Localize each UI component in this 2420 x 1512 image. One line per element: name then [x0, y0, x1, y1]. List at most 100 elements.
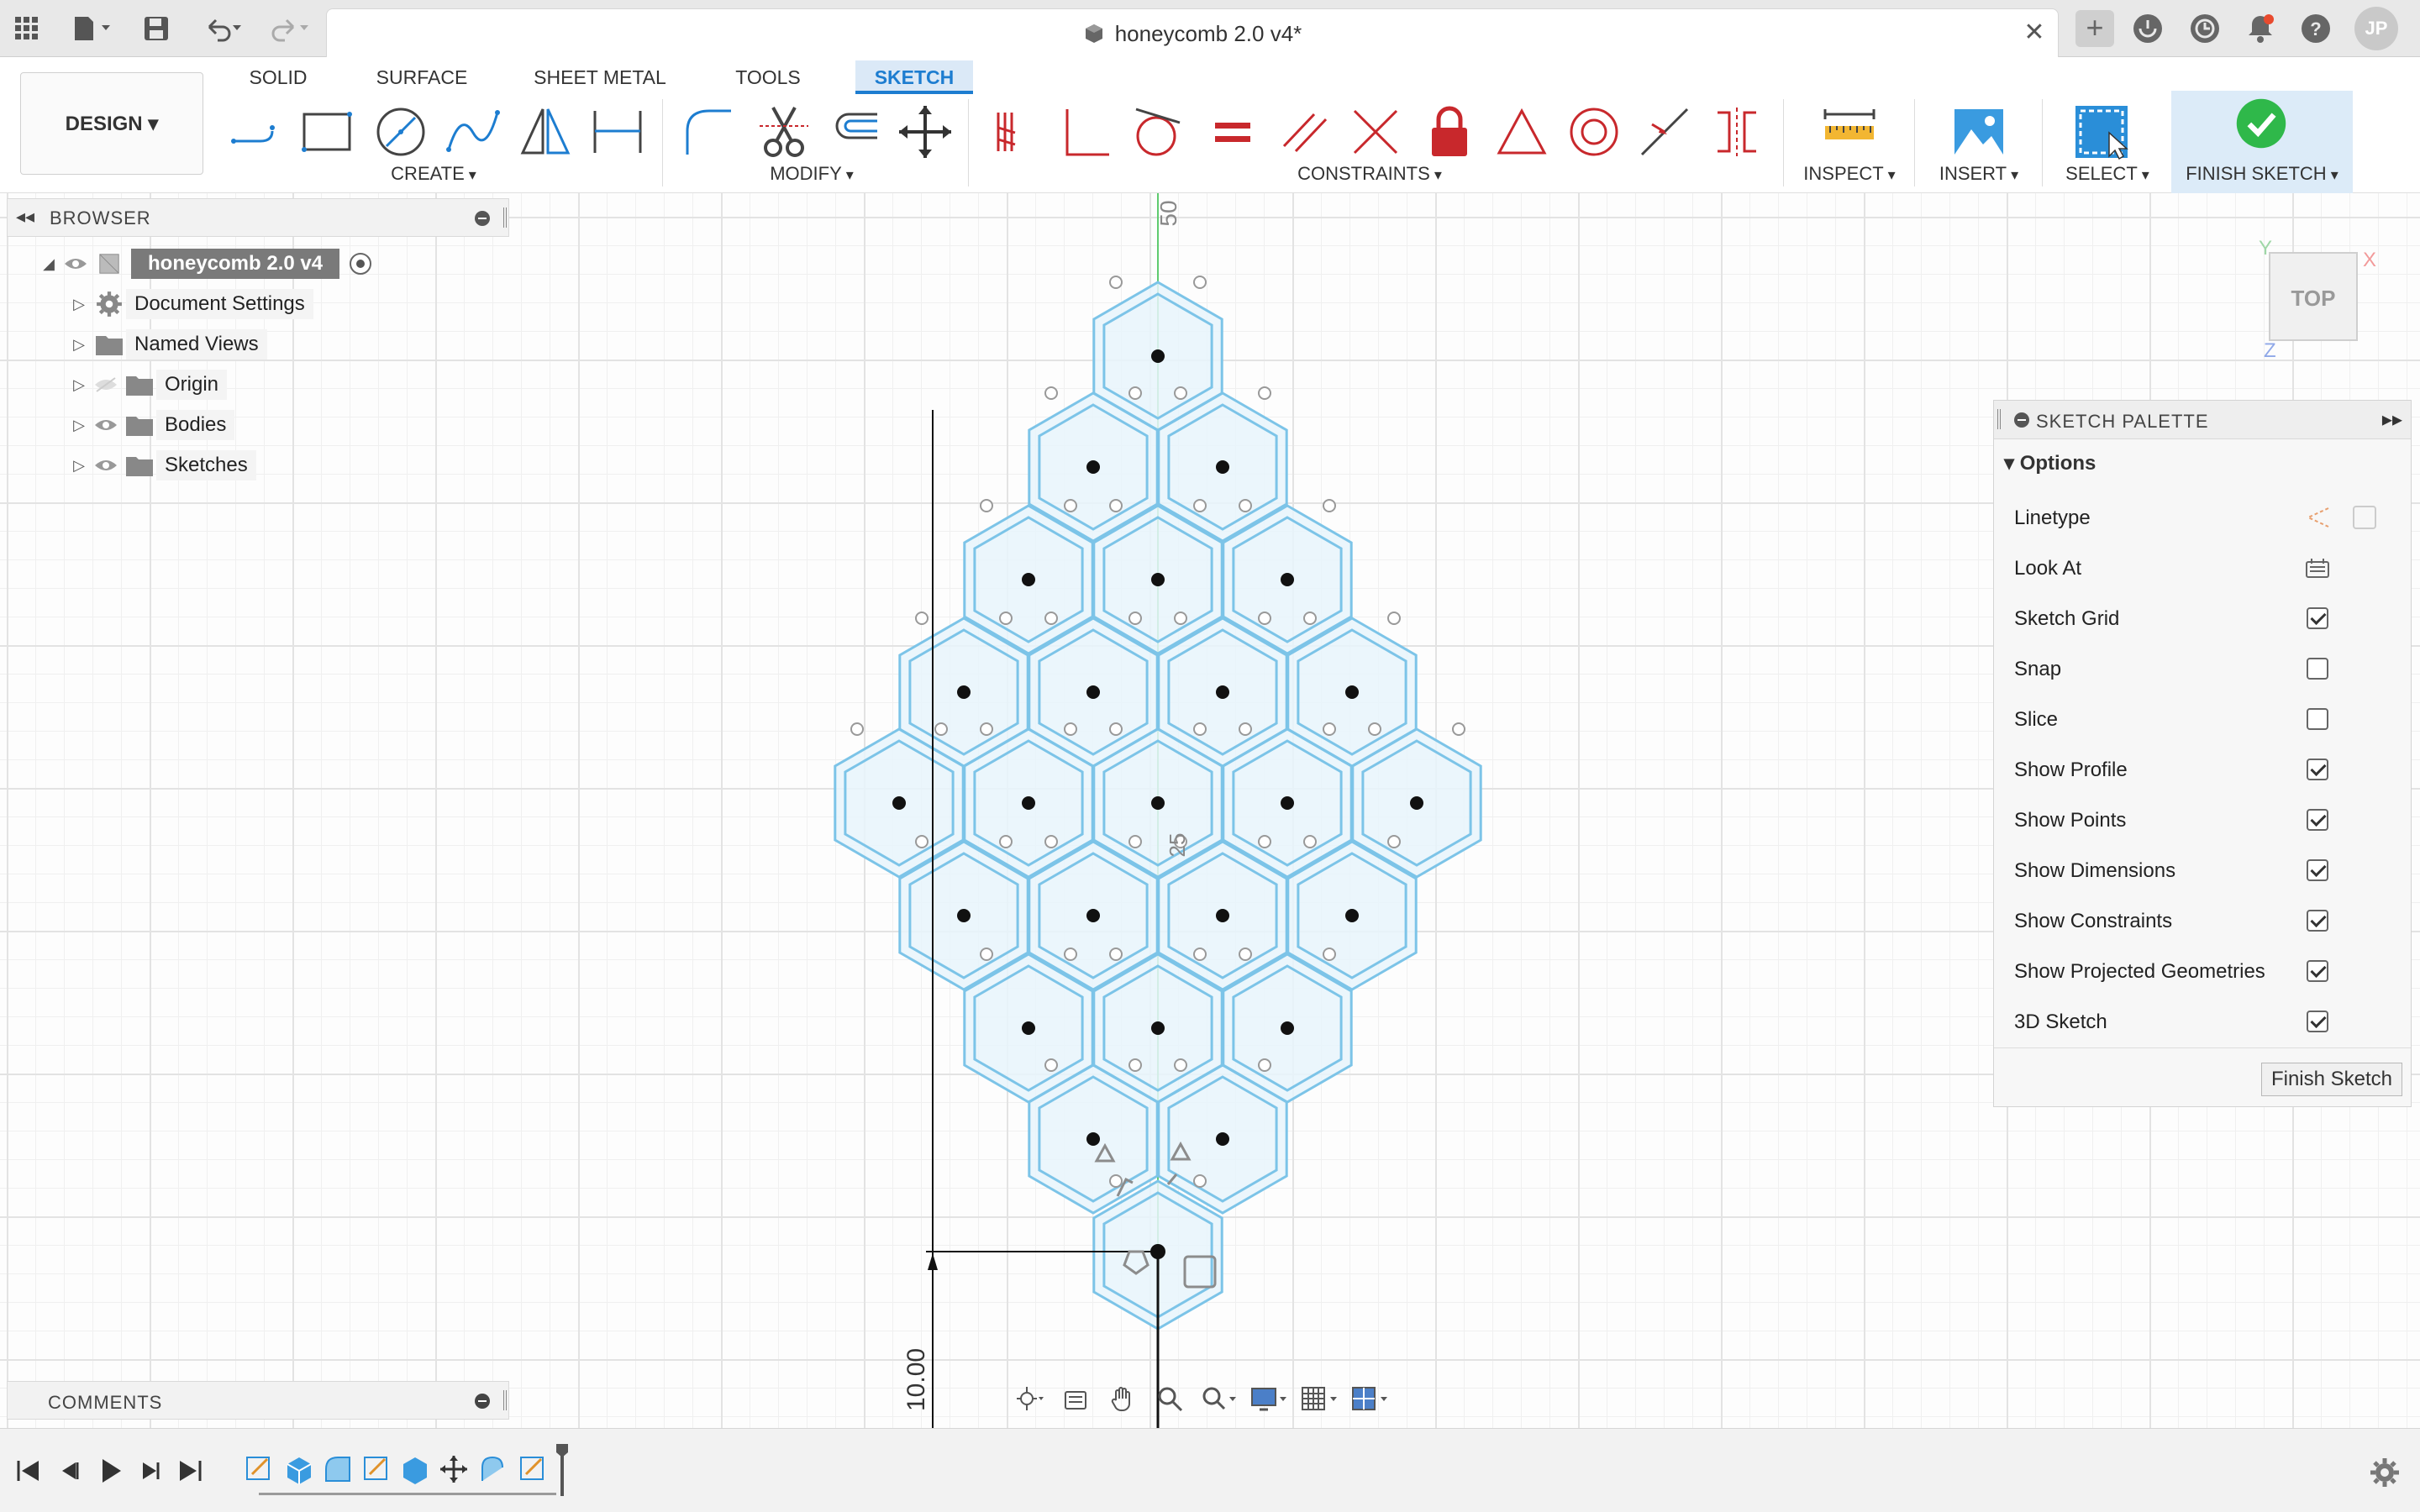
- zoom-icon[interactable]: [1146, 1379, 1193, 1418]
- hexagon-center-point[interactable]: [1086, 1132, 1100, 1146]
- hexagon-center-point[interactable]: [1216, 1132, 1229, 1146]
- mirror-tool-icon[interactable]: [514, 97, 576, 166]
- sketch-point[interactable]: [850, 722, 864, 736]
- option-sketch-grid[interactable]: Sketch Grid: [2014, 594, 2401, 644]
- sketch-point[interactable]: [1128, 386, 1142, 400]
- look-at-icon[interactable]: [1052, 1379, 1099, 1418]
- hexagon-center-point[interactable]: [1086, 909, 1100, 922]
- option-show-projected-geometries[interactable]: Show Projected Geometries: [2014, 947, 2401, 997]
- redo-icon[interactable]: [266, 12, 316, 45]
- tab-tools[interactable]: TOOLS: [728, 60, 808, 94]
- job-status-icon[interactable]: [2188, 12, 2222, 45]
- expand-triangle-icon[interactable]: ▷: [69, 417, 89, 434]
- tree-root[interactable]: ◢ honeycomb 2.0 v4: [39, 247, 373, 281]
- grid-settings-icon[interactable]: [1294, 1379, 1344, 1418]
- tree-item-origin[interactable]: ▷ Origin: [69, 368, 228, 402]
- sketch-point[interactable]: [980, 948, 993, 961]
- tangent-constraint-icon[interactable]: [1126, 97, 1188, 166]
- close-tab-icon[interactable]: ✕: [2019, 18, 2049, 48]
- spline-tool-icon[interactable]: [442, 97, 504, 166]
- tree-item-document-settings[interactable]: ▷ Document Settings: [69, 287, 313, 321]
- sketch-point[interactable]: [1109, 722, 1123, 736]
- viewcube-face-top[interactable]: TOP: [2269, 252, 2358, 341]
- sketch-point[interactable]: [1174, 1058, 1187, 1072]
- measure-ruler-icon[interactable]: [1818, 97, 1881, 166]
- sketch-point[interactable]: [1258, 386, 1271, 400]
- sketch-point[interactable]: [1368, 722, 1381, 736]
- panel-grip-icon[interactable]: [503, 207, 507, 228]
- option-snap[interactable]: Snap: [2014, 644, 2401, 695]
- move-tool-icon[interactable]: [894, 97, 956, 166]
- sketch-point[interactable]: [1323, 948, 1336, 961]
- hexagon-center-point[interactable]: [957, 685, 971, 699]
- pan-hand-icon[interactable]: [1099, 1379, 1146, 1418]
- sketch-point[interactable]: [1193, 276, 1207, 289]
- inspect-menu[interactable]: INSPECT: [1797, 161, 1902, 186]
- sketch-point[interactable]: [1239, 722, 1252, 736]
- hexagon-center-point[interactable]: [1151, 573, 1165, 586]
- hexagon-center-point[interactable]: [1410, 796, 1423, 810]
- create-menu[interactable]: CREATE: [375, 161, 492, 186]
- notifications-icon[interactable]: [2244, 12, 2277, 45]
- sketch-point[interactable]: [1193, 499, 1207, 512]
- sketch-point[interactable]: [915, 835, 929, 848]
- sketch-point[interactable]: [1128, 612, 1142, 625]
- coincident-constraint-icon[interactable]: [985, 97, 1047, 166]
- sketch-grid-checkbox[interactable]: [2307, 607, 2328, 629]
- sketch-point[interactable]: [1128, 835, 1142, 848]
- step-forward-icon[interactable]: [131, 1452, 168, 1489]
- option-slice[interactable]: Slice: [2014, 695, 2401, 745]
- visibility-eye-icon[interactable]: [89, 408, 123, 442]
- modify-menu[interactable]: MODIFY: [753, 161, 871, 186]
- sketch-point[interactable]: [1258, 1058, 1271, 1072]
- sketch-point[interactable]: [1303, 612, 1317, 625]
- insert-image-icon[interactable]: [1948, 97, 2010, 166]
- hexagon-center-point[interactable]: [1022, 573, 1035, 586]
- trim-scissors-icon[interactable]: [753, 97, 815, 166]
- minimize-panel-icon[interactable]: [475, 211, 490, 226]
- perpendicular-constraint-icon[interactable]: [1055, 97, 1118, 166]
- triangle-constraint-icon[interactable]: [1491, 97, 1553, 166]
- finish-sketch-button[interactable]: FINISH SKETCH: [2171, 91, 2353, 193]
- insert-menu[interactable]: INSERT: [1928, 161, 2030, 186]
- fillet-tool-icon[interactable]: [677, 97, 739, 166]
- add-comment-icon[interactable]: [475, 1394, 490, 1409]
- tree-item-sketches[interactable]: ▷ Sketches: [69, 449, 256, 482]
- select-menu[interactable]: SELECT: [2057, 161, 2158, 186]
- play-icon[interactable]: [91, 1452, 128, 1489]
- sketch-palette-header[interactable]: SKETCH PALETTE ▸▸: [1994, 401, 2411, 439]
- hexagon-center-point[interactable]: [1216, 685, 1229, 699]
- sketch-point[interactable]: [1109, 499, 1123, 512]
- collapse-panel-icon[interactable]: ◂◂: [16, 206, 34, 228]
- dimension-value-left[interactable]: 10.00: [902, 1348, 930, 1411]
- hexagon-center-point[interactable]: [1151, 1021, 1165, 1035]
- sketch-point[interactable]: [1128, 1058, 1142, 1072]
- sketch-point[interactable]: [934, 722, 948, 736]
- show-points-checkbox[interactable]: [2307, 809, 2328, 831]
- parallel-constraint-icon[interactable]: [1274, 97, 1336, 166]
- save-icon[interactable]: [139, 12, 173, 45]
- rectangle-tool-icon[interactable]: [296, 97, 358, 166]
- sketch-point[interactable]: [1109, 948, 1123, 961]
- hidden-eye-icon[interactable]: [89, 368, 123, 402]
- document-tab[interactable]: honeycomb 2.0 v4* ✕: [326, 8, 2059, 57]
- go-to-start-icon[interactable]: [10, 1452, 47, 1489]
- timeline-settings-gear-icon[interactable]: [2368, 1456, 2402, 1489]
- panel-grip-icon[interactable]: [503, 1390, 507, 1410]
- sketch-point[interactable]: [1044, 612, 1058, 625]
- hexagon-center-point[interactable]: [1022, 1021, 1035, 1035]
- viewports-icon[interactable]: [1344, 1379, 1395, 1418]
- sketch-point[interactable]: [999, 835, 1013, 848]
- panel-grip-icon[interactable]: [1997, 409, 2001, 429]
- sketch-point[interactable]: [980, 722, 993, 736]
- visibility-eye-icon[interactable]: [59, 247, 92, 281]
- sketch-point[interactable]: [1239, 499, 1252, 512]
- hexagon-center-point[interactable]: [1086, 685, 1100, 699]
- perpendicular-x-constraint-icon[interactable]: [1344, 97, 1407, 166]
- timeline-sketch-icon[interactable]: [360, 1452, 393, 1486]
- timeline-marker[interactable]: [556, 1444, 568, 1496]
- sketch-point[interactable]: [1109, 276, 1123, 289]
- tab-solid[interactable]: SOLID: [240, 60, 316, 94]
- equal-constraint-icon[interactable]: [1202, 97, 1264, 166]
- tab-sheet-metal[interactable]: SHEET METAL: [531, 60, 669, 94]
